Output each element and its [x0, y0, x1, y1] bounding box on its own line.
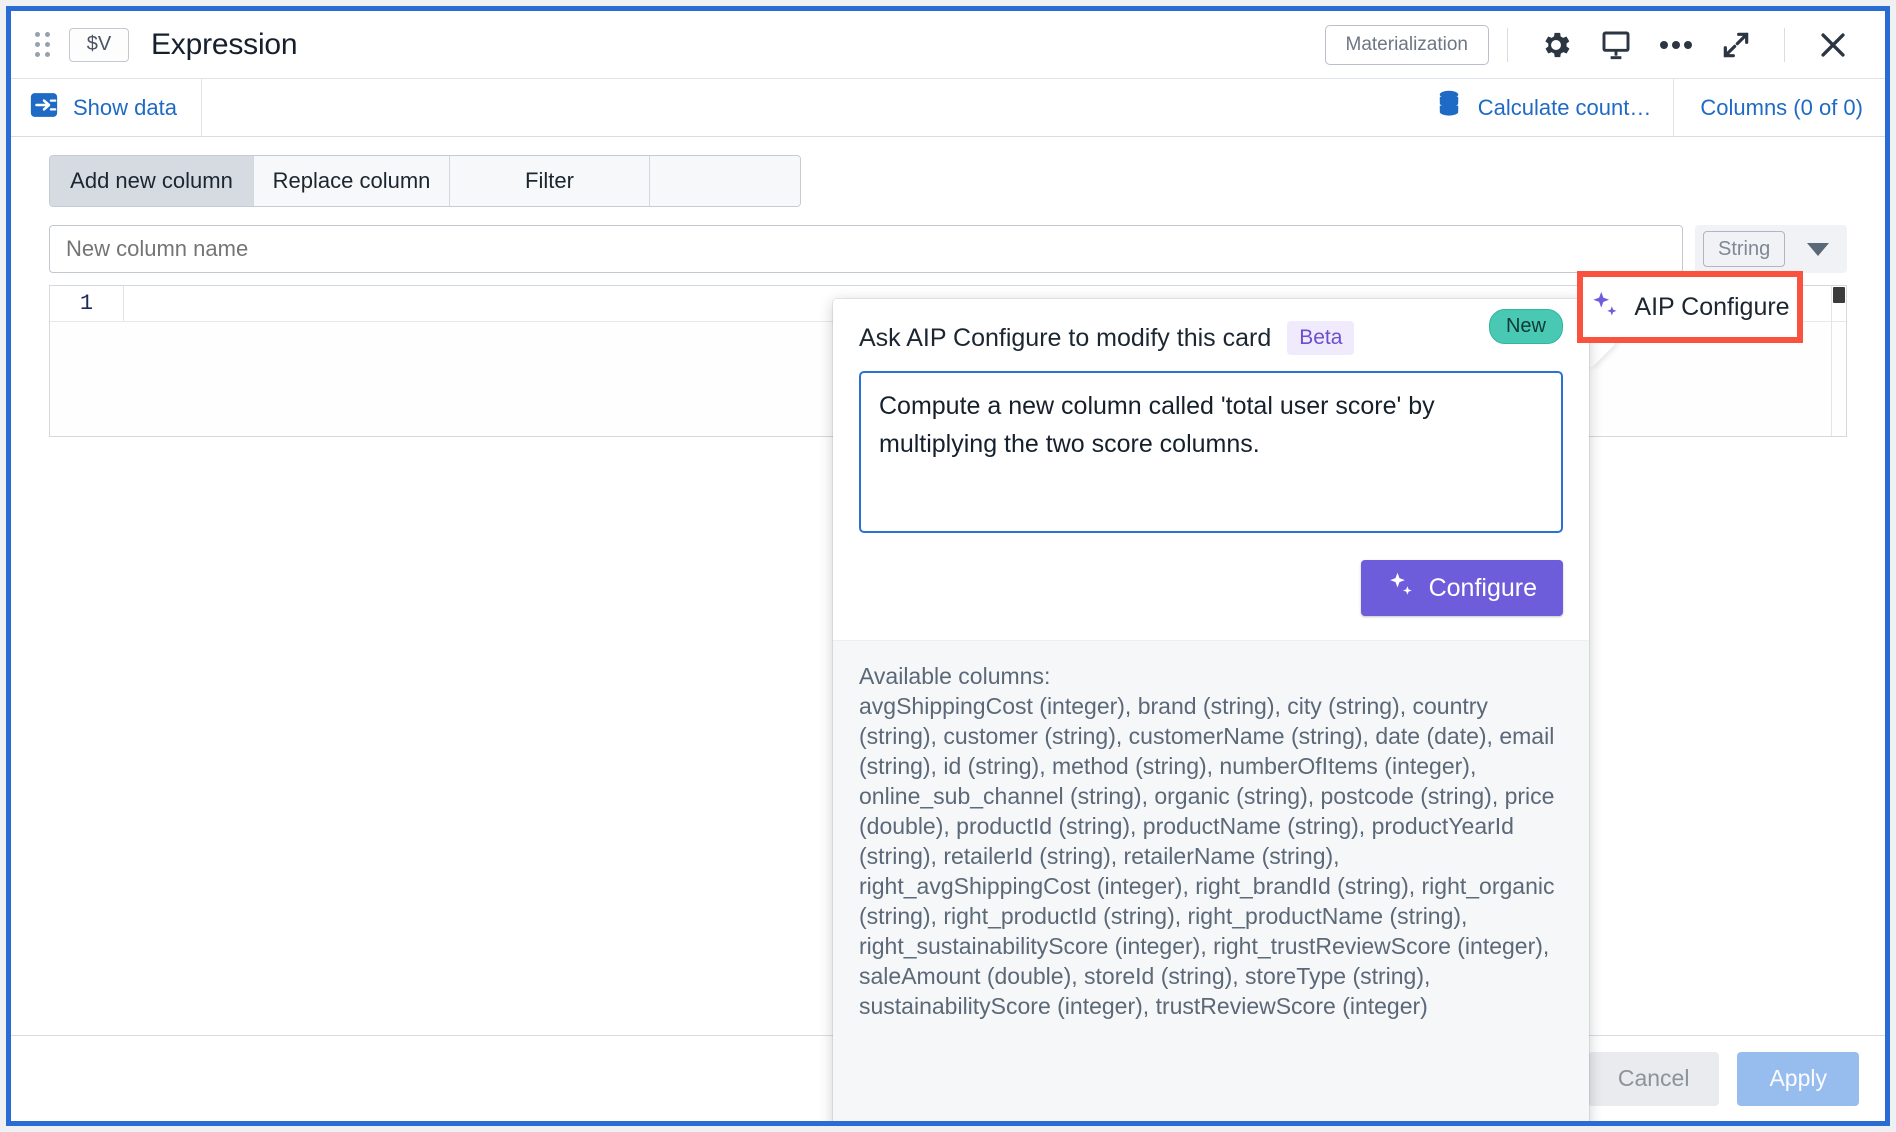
- tab-label: Add new column: [70, 168, 233, 193]
- materialization-button[interactable]: Materialization: [1324, 24, 1489, 65]
- mode-tab-strip: Add new column Replace column Filter: [49, 155, 801, 207]
- editor-line-number: 1: [50, 286, 124, 321]
- calculate-count-button[interactable]: Calculate count…: [1414, 78, 1675, 137]
- aip-prompt-input[interactable]: [859, 371, 1563, 533]
- database-icon: [1436, 90, 1462, 126]
- aip-configure-button[interactable]: AIP Configure: [1577, 271, 1803, 343]
- card-title-bar: $V Expression Materialization: [11, 11, 1885, 79]
- columns-button[interactable]: Columns (0 of 0): [1674, 79, 1885, 137]
- sparkle-icon: [1590, 290, 1620, 325]
- sparkle-icon: [1387, 571, 1415, 606]
- beta-badge: Beta: [1287, 321, 1355, 355]
- new-column-row: String: [49, 225, 1847, 273]
- tab-label: Filter: [525, 168, 574, 193]
- configure-button[interactable]: Configure: [1360, 560, 1563, 616]
- calculate-count-label: Calculate count…: [1477, 94, 1652, 120]
- sub-toolbar-right: Calculate count… Columns (0 of 0): [1414, 78, 1885, 137]
- divider: [1507, 27, 1508, 62]
- expand-icon[interactable]: [1714, 23, 1758, 67]
- available-columns-label: Available columns:: [859, 663, 1051, 689]
- editor-scrollbar-thumb[interactable]: [1833, 287, 1845, 303]
- gear-icon[interactable]: [1534, 23, 1578, 67]
- tab-extra[interactable]: [650, 156, 800, 206]
- drag-handle-icon[interactable]: [33, 32, 51, 58]
- aip-configure-label: AIP Configure: [1634, 292, 1790, 321]
- popover-header: Ask AIP Configure to modify this card Be…: [859, 321, 1563, 355]
- show-data-button[interactable]: Show data: [11, 78, 202, 137]
- new-column-name-input[interactable]: [49, 225, 1683, 273]
- column-type-value: String: [1703, 231, 1786, 267]
- configure-row: Configure: [859, 538, 1563, 640]
- apply-button[interactable]: Apply: [1737, 1051, 1859, 1106]
- aip-configure-popover: Ask AIP Configure to modify this card Be…: [833, 299, 1589, 1121]
- card-body: Add new column Replace column Filter Strin…: [11, 137, 1885, 1121]
- show-data-icon: [29, 90, 59, 126]
- tab-add-new-column[interactable]: Add new column: [50, 156, 254, 206]
- board-icon[interactable]: [1594, 23, 1638, 67]
- page-title: Expression: [151, 27, 298, 61]
- available-columns-list: avgShippingCost (integer), brand (string…: [859, 693, 1555, 1019]
- show-data-label: Show data: [73, 94, 177, 120]
- card-sub-toolbar: Show data Calculate count… Columns (0 of…: [11, 78, 1885, 137]
- column-type-select[interactable]: String: [1695, 225, 1847, 273]
- available-columns-section: Available columns: avgShippingCost (inte…: [833, 640, 1589, 1121]
- tab-label: Replace column: [272, 168, 431, 193]
- divider: [1784, 27, 1785, 62]
- popover-header-section: Ask AIP Configure to modify this card Be…: [833, 299, 1589, 640]
- tab-filter[interactable]: Filter: [450, 156, 650, 206]
- editor-scroll-track: [1831, 286, 1832, 436]
- variable-chip[interactable]: $V: [69, 27, 129, 62]
- close-icon[interactable]: [1811, 23, 1855, 67]
- configure-button-label: Configure: [1428, 573, 1537, 602]
- expression-card-window: $V Expression Materialization Show data …: [6, 6, 1890, 1126]
- chevron-down-icon: [1807, 242, 1829, 256]
- tab-replace-column[interactable]: Replace column: [254, 156, 450, 206]
- new-badge: New: [1488, 309, 1563, 344]
- popover-title: Ask AIP Configure to modify this card: [859, 323, 1272, 352]
- cancel-button[interactable]: Cancel: [1587, 1051, 1720, 1106]
- more-icon[interactable]: [1654, 23, 1698, 67]
- title-bar-actions: Materialization: [1324, 23, 1864, 67]
